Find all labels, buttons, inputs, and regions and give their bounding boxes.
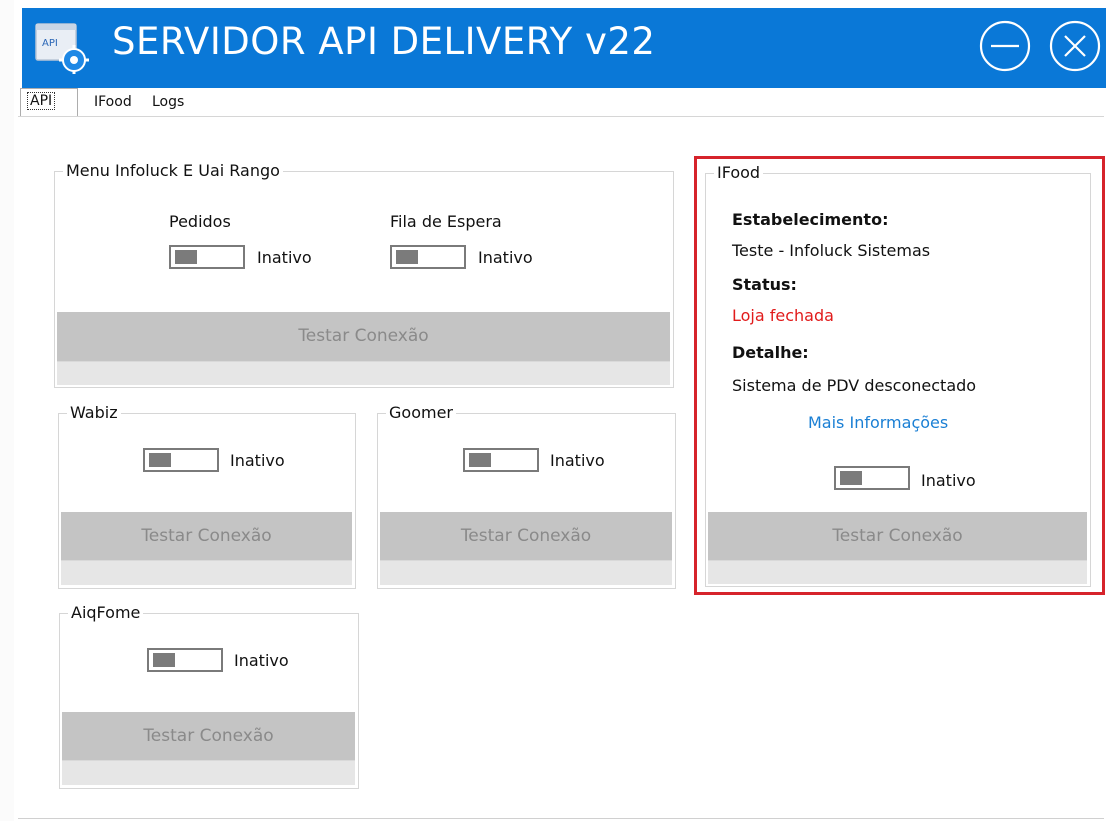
- tab-api[interactable]: API: [20, 88, 78, 116]
- toggle-knob: [153, 653, 175, 667]
- toggle-knob: [469, 453, 491, 467]
- goomer-status: Inativo: [550, 451, 605, 470]
- app-icon-text: API: [42, 38, 58, 49]
- group-wabiz: Wabiz Inativo Testar Conexão: [58, 403, 356, 589]
- toggle-knob: [175, 250, 197, 264]
- minimize-icon: [979, 20, 1031, 72]
- goomer-test-connection-button[interactable]: Testar Conexão: [380, 512, 672, 560]
- background-window-edge: [0, 0, 14, 821]
- app-title: SERVIDOR API DELIVERY v22: [112, 20, 656, 63]
- wabiz-progress-bar: [61, 560, 352, 585]
- group-aiqfome: AiqFome Inativo Testar Conexão: [59, 603, 359, 789]
- group-goomer-title: Goomer: [386, 403, 456, 422]
- toggle-knob: [149, 453, 171, 467]
- minimize-button[interactable]: [978, 19, 1032, 73]
- wabiz-test-connection-button[interactable]: Testar Conexão: [61, 512, 352, 560]
- api-gear-icon: API: [34, 18, 90, 75]
- goomer-progress-bar: [380, 560, 672, 585]
- tab-logs[interactable]: Logs: [152, 90, 192, 115]
- highlight-box: [694, 156, 1105, 595]
- title-bar[interactable]: API SERVIDOR API DELIVERY v22: [22, 8, 1106, 88]
- tab-api-label: API: [27, 92, 56, 110]
- menu-test-connection-button[interactable]: Testar Conexão: [57, 312, 670, 361]
- toggle-knob: [396, 250, 418, 264]
- group-wabiz-title: Wabiz: [67, 403, 121, 422]
- wabiz-status: Inativo: [230, 451, 285, 470]
- tab-ifood-label: IFood: [94, 94, 132, 110]
- aiqfome-progress-bar: [62, 760, 355, 785]
- fila-label: Fila de Espera: [390, 212, 502, 231]
- tab-logs-label: Logs: [152, 94, 185, 110]
- wabiz-toggle[interactable]: [143, 448, 219, 472]
- tab-ifood[interactable]: IFood: [94, 90, 146, 115]
- fila-toggle[interactable]: [390, 245, 466, 269]
- group-menu-infoluck: Menu Infoluck E Uai Rango Pedidos Inativ…: [54, 161, 674, 388]
- group-goomer: Goomer Inativo Testar Conexão: [377, 403, 676, 589]
- pedidos-status: Inativo: [257, 248, 312, 267]
- goomer-toggle[interactable]: [463, 448, 539, 472]
- pedidos-label: Pedidos: [169, 212, 231, 231]
- pedidos-toggle[interactable]: [169, 245, 245, 269]
- tab-bar: API IFood Logs: [18, 88, 1106, 117]
- fila-status: Inativo: [478, 248, 533, 267]
- group-aiqfome-title: AiqFome: [68, 603, 144, 622]
- menu-progress-bar: [57, 361, 670, 385]
- aiqfome-test-connection-button[interactable]: Testar Conexão: [62, 712, 355, 760]
- close-icon: [1049, 20, 1101, 72]
- close-button[interactable]: [1048, 19, 1102, 73]
- group-menu-title: Menu Infoluck E Uai Rango: [63, 161, 283, 180]
- aiqfome-toggle[interactable]: [147, 648, 223, 672]
- aiqfome-status: Inativo: [234, 651, 289, 670]
